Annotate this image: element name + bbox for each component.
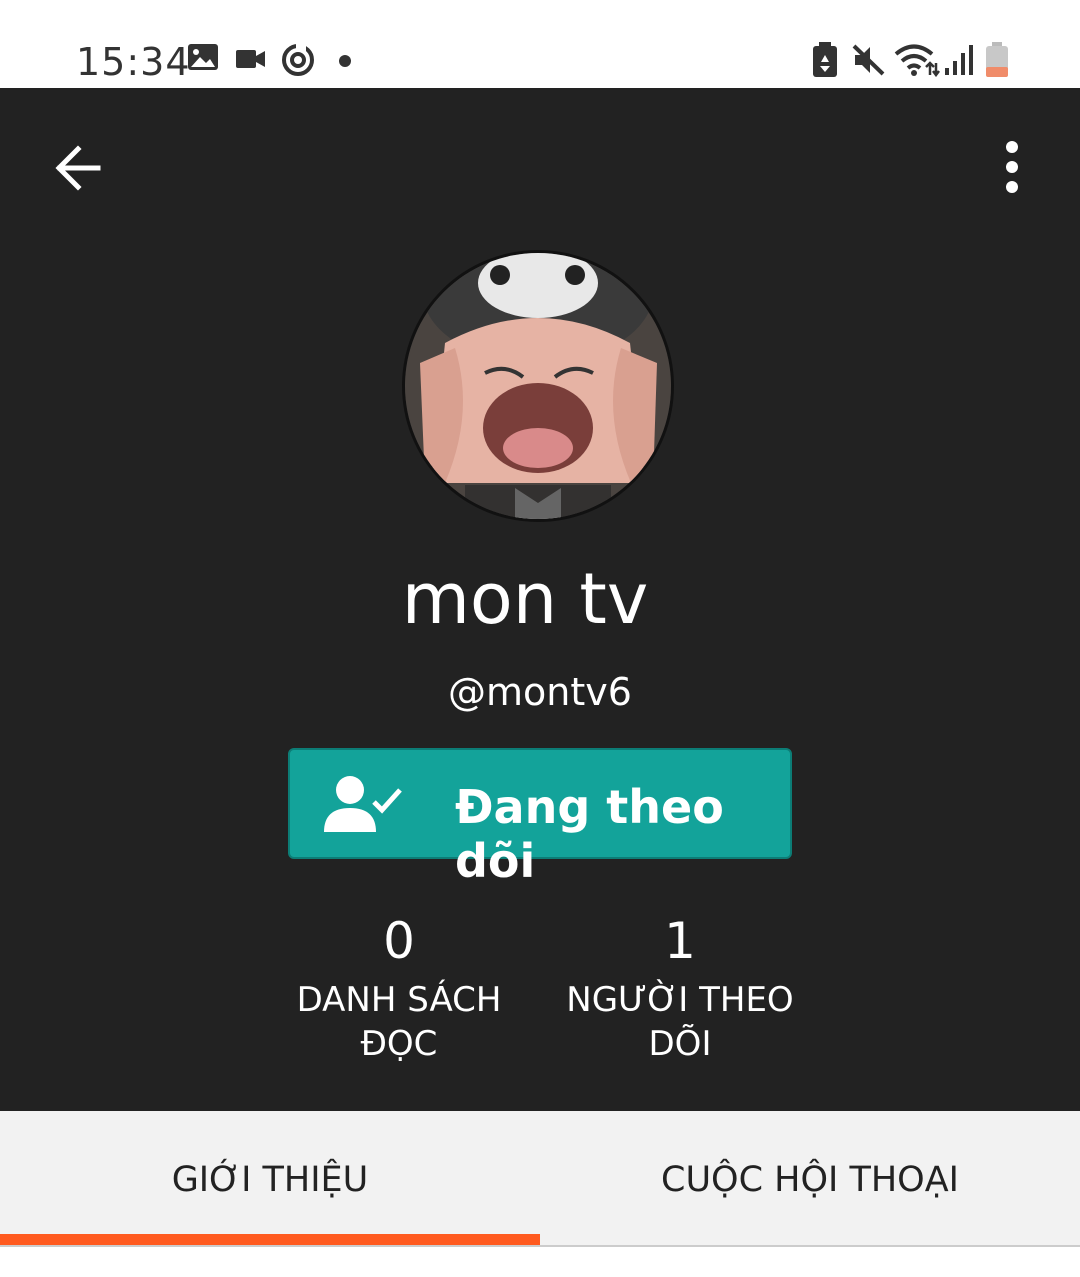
dot-icon	[339, 55, 351, 67]
stat-value: 0	[383, 912, 415, 970]
wifi-icon	[894, 44, 940, 77]
tab-about[interactable]: GIỚI THIỆU	[0, 1111, 540, 1245]
video-camera-icon	[236, 50, 265, 68]
status-bar: 15:34	[0, 0, 1080, 88]
stat-reading-lists[interactable]: 0 DANH SÁCH ĐỌC	[269, 912, 529, 1066]
arrow-left-icon[interactable]	[52, 140, 108, 196]
avatar[interactable]	[402, 250, 674, 522]
more-vertical-icon[interactable]	[990, 138, 1034, 196]
tab-bar: GIỚI THIỆU CUỘC HỘI THOẠI	[0, 1111, 1080, 1247]
user-check-icon	[324, 776, 402, 832]
following-button-label: Đang theo dõi	[455, 780, 724, 888]
username: @montv6	[448, 670, 632, 714]
gallery-icon	[188, 44, 218, 70]
stat-label: DÕI	[648, 1024, 712, 1064]
following-button[interactable]: Đang theo dõi	[288, 748, 792, 888]
battery-icon	[986, 42, 1008, 77]
battery-saver-icon	[813, 42, 837, 77]
avatar-image	[405, 253, 671, 519]
tab-conversations[interactable]: CUỘC HỘI THOẠI	[540, 1111, 1080, 1245]
stat-value: 1	[664, 912, 696, 970]
signal-icon	[945, 45, 973, 75]
stat-followers[interactable]: 1 NGƯỜI THEO DÕI	[550, 912, 810, 1066]
active-tab-indicator	[0, 1234, 540, 1245]
stat-label: ĐỌC	[360, 1024, 438, 1064]
stat-label: DANH SÁCH	[296, 980, 502, 1020]
display-name: mon tv	[401, 558, 649, 640]
mute-icon	[852, 44, 885, 76]
status-time: 15:34	[76, 40, 191, 84]
stat-label: NGƯỜI THEO	[566, 980, 794, 1020]
sync-icon	[282, 44, 314, 76]
